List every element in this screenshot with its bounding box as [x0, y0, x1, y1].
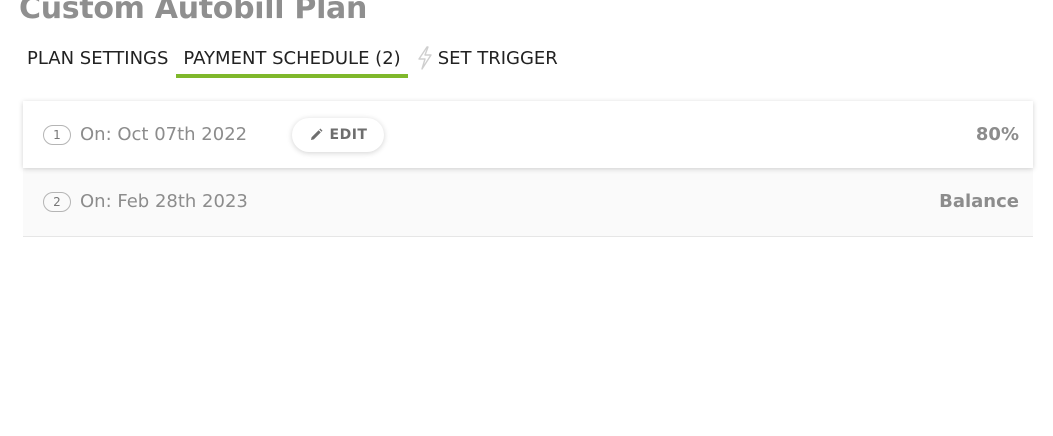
tab-payment-schedule[interactable]: PAYMENT SCHEDULE (2): [176, 38, 408, 78]
step-number-badge: 2: [43, 192, 71, 212]
page: Custom Autobill Plan PLAN SETTINGS PAYME…: [0, 0, 1053, 436]
step-amount: 80%: [975, 123, 1019, 145]
payment-schedule-list: 1 On: Oct 07th 2022 EDIT 80% 2 On: Feb 2…: [23, 101, 1033, 237]
tab-plan-settings[interactable]: PLAN SETTINGS: [20, 38, 175, 78]
schedule-row: 1 On: Oct 07th 2022 EDIT 80%: [23, 101, 1033, 168]
tab-set-trigger[interactable]: SET TRIGGER: [409, 38, 565, 78]
pencil-icon: [309, 128, 323, 142]
tab-label: PAYMENT SCHEDULE (2): [183, 47, 401, 69]
schedule-row: 2 On: Feb 28th 2023 Balance: [23, 168, 1033, 237]
step-amount: Balance: [939, 191, 1019, 213]
step-date: On: Feb 28th 2023: [80, 191, 248, 213]
step-date: On: Oct 07th 2022: [80, 123, 248, 145]
tab-label: PLAN SETTINGS: [27, 47, 169, 69]
page-title: Custom Autobill Plan: [19, 0, 368, 26]
tab-label: SET TRIGGER: [437, 47, 558, 69]
bolt-icon: [416, 46, 434, 70]
tab-bar: PLAN SETTINGS PAYMENT SCHEDULE (2) SET T…: [20, 38, 566, 78]
edit-label: EDIT: [329, 126, 368, 143]
step-number-badge: 1: [43, 124, 71, 145]
edit-button[interactable]: EDIT: [292, 117, 384, 152]
